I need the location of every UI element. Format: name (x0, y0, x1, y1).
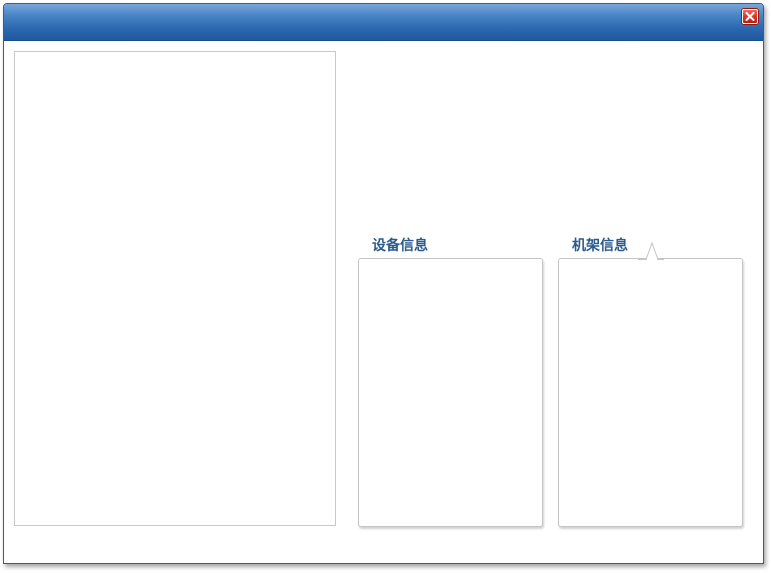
rack-info-panel[interactable] (558, 258, 743, 527)
close-button[interactable] (742, 9, 758, 24)
callout-pointer-icon (638, 241, 664, 260)
title-bar[interactable] (4, 4, 763, 41)
device-info-label: 设备信息 (372, 238, 428, 254)
device-info-panel[interactable] (358, 258, 543, 527)
close-icon (745, 12, 755, 21)
rack-info-label: 机架信息 (572, 238, 628, 254)
tree-panel[interactable] (14, 51, 336, 526)
